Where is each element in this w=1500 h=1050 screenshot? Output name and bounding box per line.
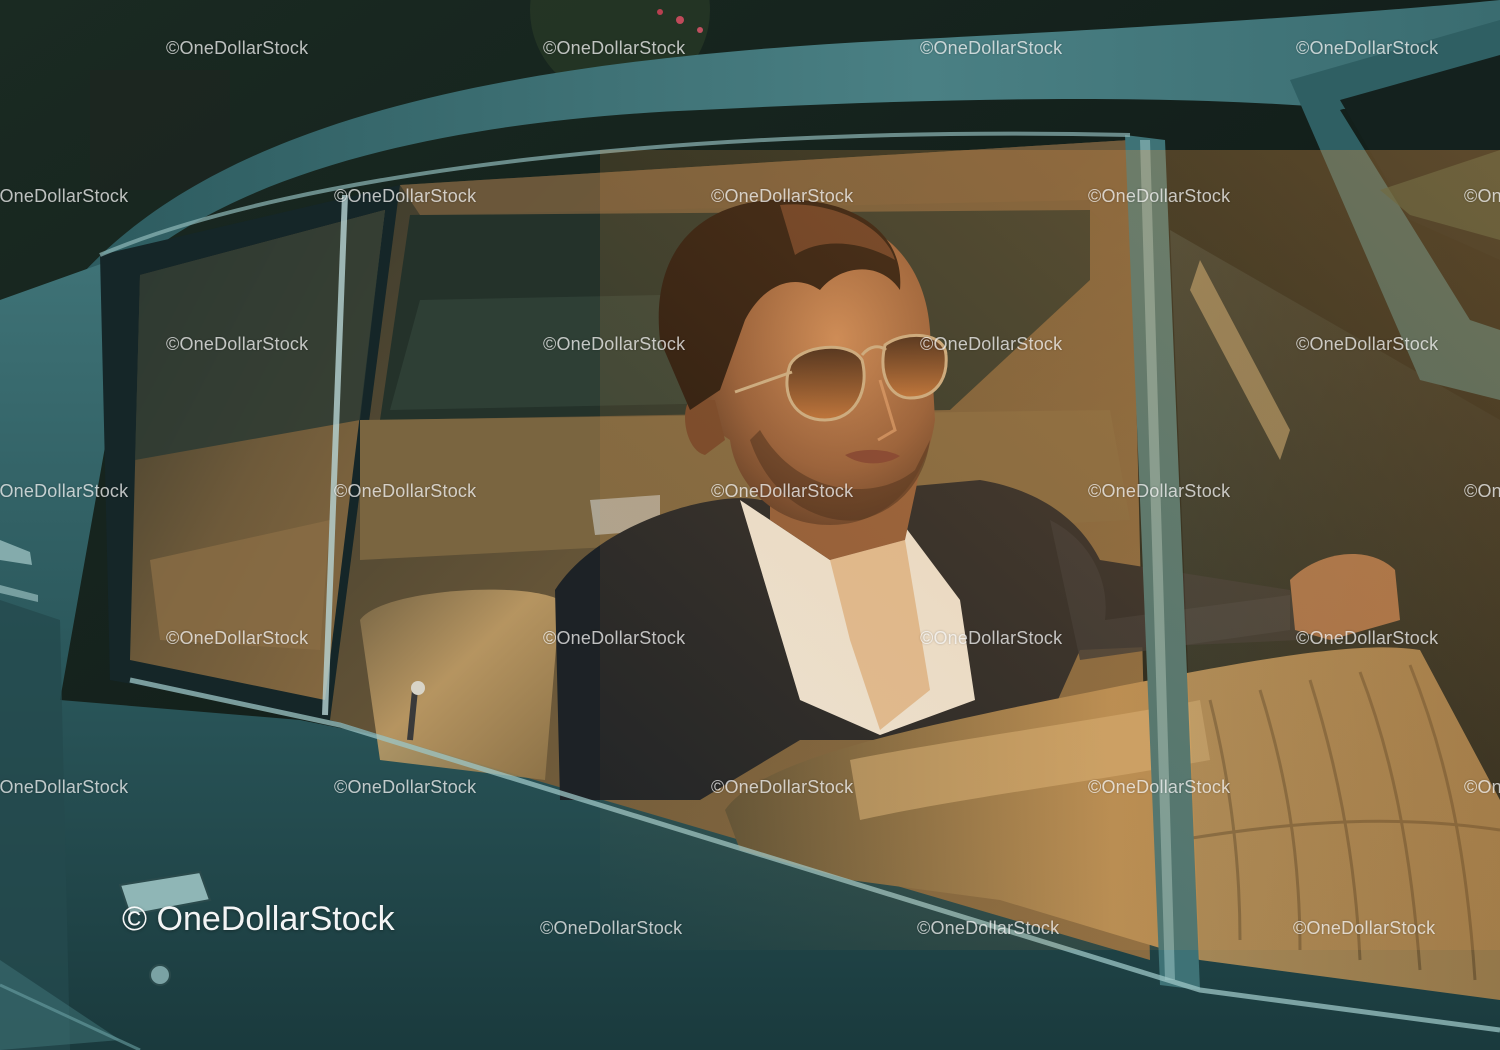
front-seat (360, 589, 560, 780)
photo-scene: ©OneDollarStock ©OneDollarStock ©OneDoll… (0, 0, 1500, 1050)
car-photo (0, 0, 1500, 1050)
